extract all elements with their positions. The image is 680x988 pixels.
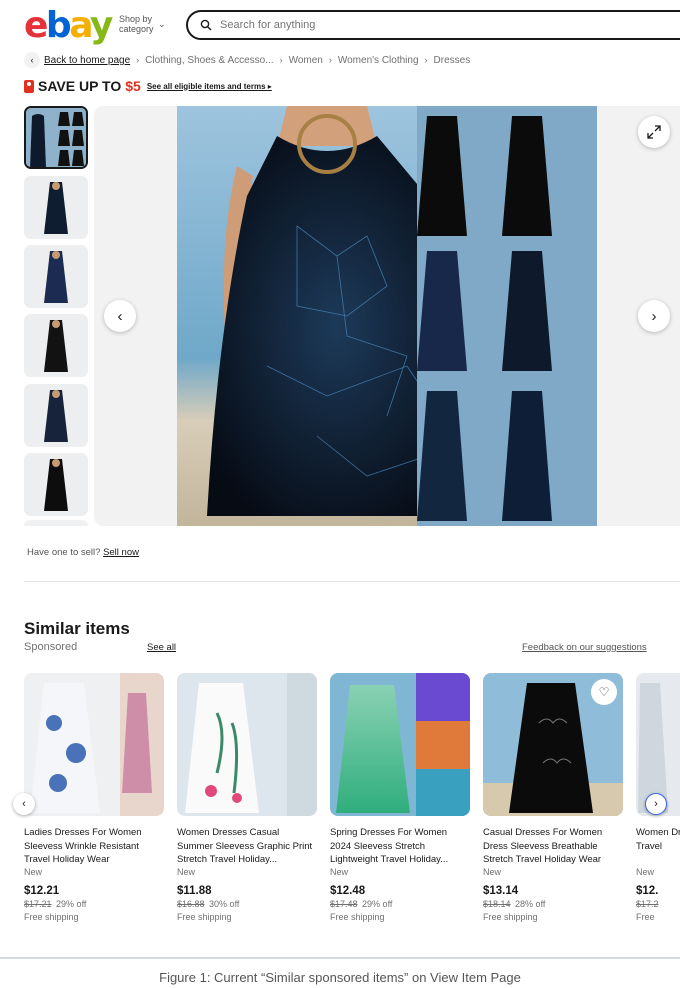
- image-gallery[interactable]: ‹ ›: [94, 106, 680, 526]
- feedback-link[interactable]: Feedback on our suggestions: [522, 642, 647, 653]
- shipping: Free shipping: [483, 912, 538, 922]
- carousel-next-button[interactable]: ›: [645, 793, 667, 815]
- chevron-left-icon: ‹: [22, 798, 26, 810]
- was-price: $17.48 29% off: [330, 899, 393, 909]
- chevron-left-icon[interactable]: ‹: [24, 52, 40, 68]
- shipping: Free shipping: [177, 912, 232, 922]
- search-icon: [200, 19, 212, 31]
- price: $11.88: [177, 885, 212, 897]
- was-price: $18.14 28% off: [483, 899, 546, 909]
- price: $13.14: [483, 885, 519, 897]
- thumbnail[interactable]: [24, 520, 88, 526]
- promo-text: SAVE UP TO: [38, 78, 122, 94]
- carousel-prev-button[interactable]: ‹: [13, 793, 35, 815]
- condition: New: [330, 867, 349, 877]
- was-price: $17.2: [636, 899, 659, 909]
- product-card[interactable]: Ladies Dresses For Women Sleevess Wrinkl…: [24, 673, 164, 924]
- product-image: ♡: [483, 673, 623, 816]
- promo-amount: $5: [125, 78, 141, 94]
- chevron-right-icon: ›: [328, 55, 332, 65]
- gallery-prev-button[interactable]: ‹: [104, 300, 136, 332]
- shipping: Free shipping: [24, 912, 79, 922]
- ebay-logo[interactable]: ebay: [24, 6, 113, 46]
- chevron-left-icon: ‹: [117, 307, 123, 325]
- product-image: [177, 106, 597, 526]
- product-image: [177, 673, 317, 816]
- expand-icon: [647, 125, 661, 139]
- shipping: Free shipping: [330, 912, 385, 922]
- breadcrumb-item[interactable]: Clothing, Shoes & Accesso...: [145, 55, 273, 66]
- back-to-home-link[interactable]: Back to home page: [44, 55, 130, 66]
- thumbnail[interactable]: [24, 106, 88, 169]
- sell-now-link[interactable]: Sell now: [103, 547, 139, 558]
- search-input[interactable]: [220, 19, 620, 31]
- shop-by-category-button[interactable]: Shop by category: [119, 14, 159, 34]
- thumbnail[interactable]: [24, 453, 88, 516]
- shipping: Free: [636, 912, 655, 922]
- chevron-right-icon: ›: [654, 798, 658, 810]
- product-card[interactable]: Women Dresses Casual Summer Sleevess Gra…: [177, 673, 317, 924]
- product-title[interactable]: Ladies Dresses For Women Sleevess Wrinkl…: [24, 826, 164, 866]
- product-image: [330, 673, 470, 816]
- was-price: $17.21 29% off: [24, 899, 87, 909]
- sponsored-label: Sponsored: [24, 641, 78, 653]
- heart-icon: ♡: [598, 685, 610, 699]
- divider: [0, 957, 680, 959]
- see-all-link[interactable]: See all: [147, 642, 176, 653]
- thumbnail[interactable]: [24, 314, 88, 377]
- gallery-next-button[interactable]: ›: [638, 300, 670, 332]
- sell-prompt: Have one to sell? Sell now: [27, 547, 139, 558]
- figure-caption: Figure 1: Current “Similar sponsored ite…: [159, 970, 521, 985]
- product-title[interactable]: Spring Dresses For Women 2024 Sleevess S…: [330, 826, 470, 866]
- condition: New: [636, 867, 655, 877]
- product-title[interactable]: Women Dresses Casual Summer Sleevess Gra…: [177, 826, 317, 866]
- condition: New: [24, 867, 43, 877]
- divider: [24, 581, 680, 582]
- price: $12.21: [24, 885, 60, 897]
- price: $12.: [636, 885, 659, 897]
- thumbnail[interactable]: [24, 176, 88, 239]
- product-title[interactable]: Women Dresses Sleevess ... Travel: [636, 826, 680, 866]
- promo-banner: SAVE UP TO $5 See all eligible items and…: [24, 78, 272, 94]
- condition: New: [177, 867, 196, 877]
- product-image: [24, 673, 164, 816]
- expand-button[interactable]: [638, 116, 670, 148]
- thumbnail[interactable]: [24, 245, 88, 308]
- chevron-right-icon: ›: [279, 55, 283, 65]
- sell-text: Have one to sell?: [27, 547, 101, 558]
- chevron-right-icon: ›: [136, 55, 140, 65]
- chevron-right-icon: ›: [651, 307, 657, 325]
- thumbnail[interactable]: [24, 384, 88, 447]
- coupon-tag-icon: [24, 79, 34, 93]
- breadcrumb: ‹ Back to home page › Clothing, Shoes & …: [24, 52, 470, 68]
- condition: New: [483, 867, 502, 877]
- breadcrumb-item[interactable]: Women's Clothing: [338, 55, 419, 66]
- chevron-right-icon: ›: [424, 55, 428, 65]
- was-price: $16.88 30% off: [177, 899, 240, 909]
- price: $12.48: [330, 885, 366, 897]
- product-card[interactable]: Spring Dresses For Women 2024 Sleevess S…: [330, 673, 470, 924]
- watch-button[interactable]: ♡: [591, 679, 617, 705]
- chevron-down-icon: ⌄: [158, 19, 166, 29]
- breadcrumb-item[interactable]: Women: [289, 55, 323, 66]
- product-card[interactable]: ♡ Casual Dresses For Women Dress Sleeves…: [483, 673, 623, 924]
- product-title[interactable]: Casual Dresses For Women Dress Sleevess …: [483, 826, 623, 866]
- section-title: Similar items: [24, 619, 130, 638]
- search-bar[interactable]: [186, 10, 680, 40]
- promo-terms-link[interactable]: See all eligible items and terms ▸: [147, 82, 272, 91]
- breadcrumb-item[interactable]: Dresses: [434, 55, 471, 66]
